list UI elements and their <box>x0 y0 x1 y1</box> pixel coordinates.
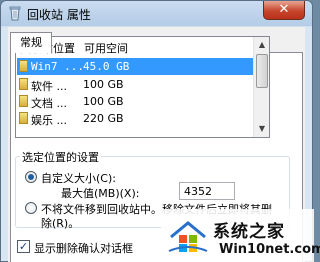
vertical-scrollbar[interactable]: ▲ ▼ <box>253 37 269 137</box>
list-row[interactable]: 软件 ... 100 GB <box>17 76 253 93</box>
free-space: 100 GB <box>83 95 124 108</box>
max-value-label: 最大值(MB)(X): <box>61 187 140 200</box>
drive-folder-icon <box>19 60 28 72</box>
scrollbar-thumb[interactable] <box>256 54 268 88</box>
free-space: 220 GB <box>83 112 124 125</box>
location-name: Win7 ... <box>31 60 84 73</box>
tab-general[interactable]: 常规 <box>10 32 52 53</box>
no-recycle-label-line2: 除(R)。 <box>41 217 80 230</box>
drive-folder-icon <box>19 95 28 107</box>
title-bar[interactable]: 回收站 属性 ✕ <box>1 1 312 26</box>
custom-size-label: 自定义大小(C): <box>41 172 116 185</box>
location-name: 文档 ... <box>31 97 67 110</box>
scroll-down-arrow-icon[interactable]: ▼ <box>254 121 270 137</box>
group-title: 选定位置的设置 <box>20 149 101 165</box>
free-space: 100 GB <box>83 78 124 91</box>
windows-logo-icon <box>168 221 208 252</box>
no-recycle-radio[interactable] <box>25 202 37 214</box>
watermark-title: 系统之家 <box>213 222 285 242</box>
list-row[interactable]: Win7 ... 45.0 GB <box>17 58 253 75</box>
location-name: 软件 ... <box>31 80 67 93</box>
custom-size-radio[interactable] <box>25 171 37 183</box>
scroll-up-arrow-icon[interactable]: ▲ <box>254 37 270 53</box>
max-size-input[interactable]: 4352 <box>179 182 235 200</box>
drive-folder-icon <box>19 112 28 124</box>
recycle-bin-icon <box>9 6 21 21</box>
column-header-free-space[interactable]: 可用空间 <box>84 40 128 56</box>
location-name: 娱乐 ... <box>31 114 67 127</box>
site-watermark: 系统之家 Win10net.com <box>161 209 320 262</box>
watermark-url: Win10net.com <box>219 242 320 257</box>
list-row[interactable]: 娱乐 ... 220 GB <box>17 110 253 127</box>
confirm-delete-checkbox[interactable]: ✓ <box>17 240 30 253</box>
free-space: 45.0 GB <box>83 60 130 73</box>
list-row[interactable]: 文档 ... 100 GB <box>17 93 253 110</box>
window-title: 回收站 属性 <box>27 8 91 22</box>
properties-window: 回收站 属性 ✕ 常规 回收站位置 可用空间 Win7 ... 45.0 GB … <box>0 0 320 262</box>
confirm-delete-label: 显示删除确认对话框 <box>34 242 133 255</box>
close-button[interactable]: ✕ <box>263 1 305 20</box>
recycle-location-list[interactable]: 回收站位置 可用空间 Win7 ... 45.0 GB 软件 ... 100 G… <box>15 36 270 138</box>
drive-folder-icon <box>19 78 28 90</box>
